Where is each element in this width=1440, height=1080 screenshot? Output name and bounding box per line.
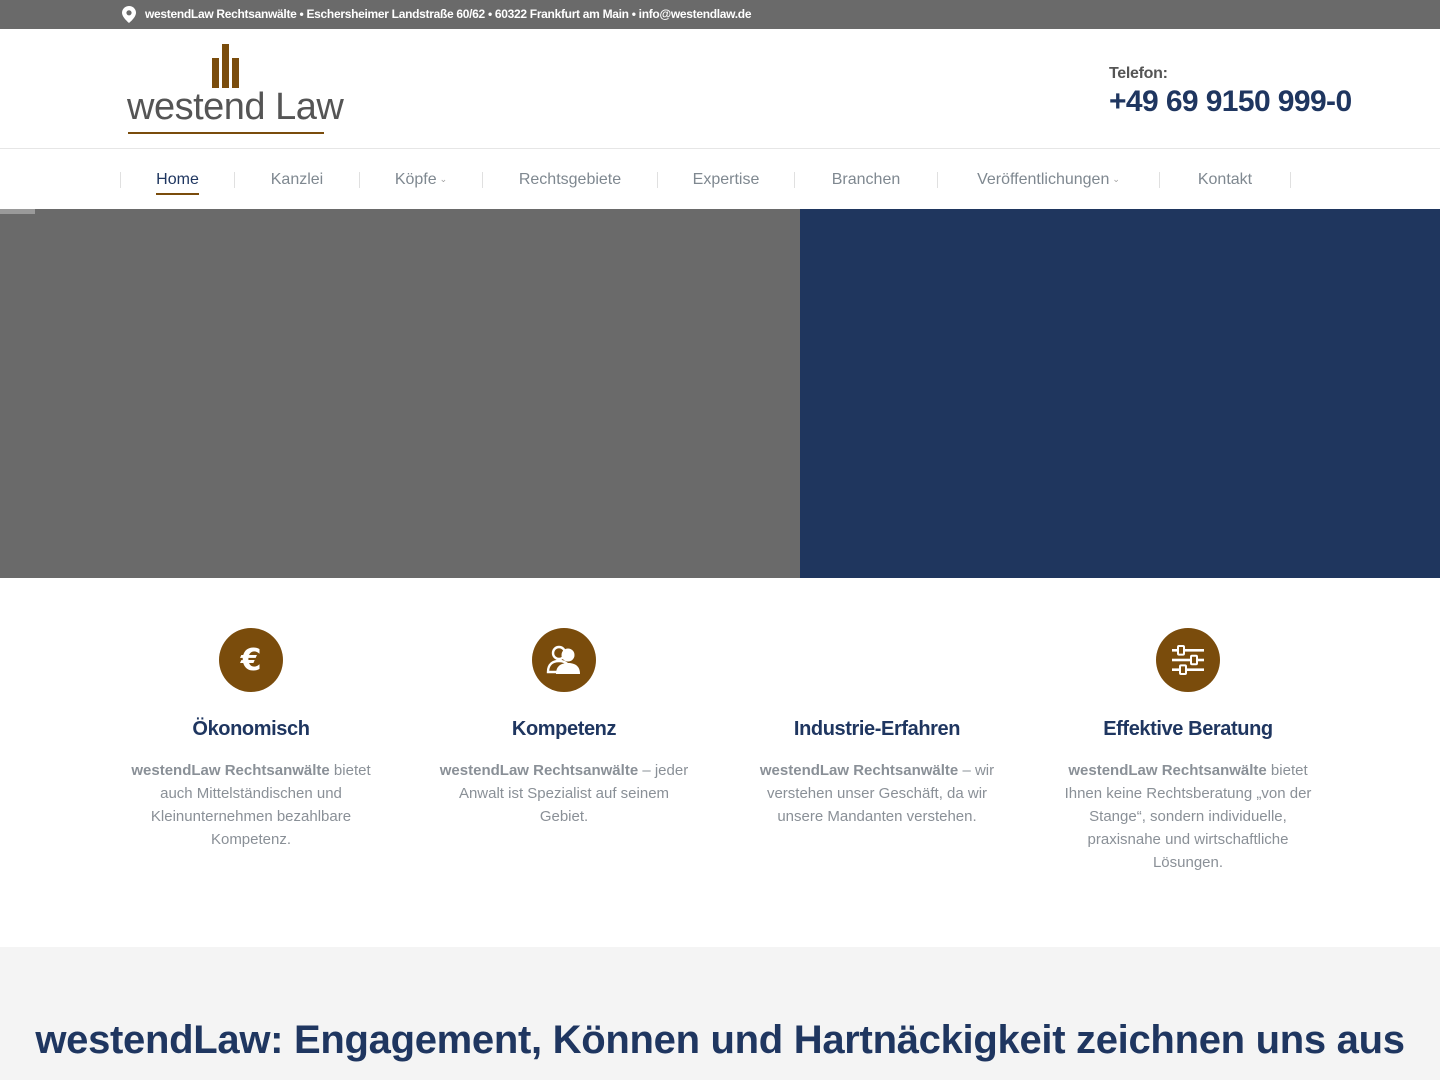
chevron-down-icon: ⌄	[439, 174, 448, 184]
hero-color-panel	[800, 209, 1440, 578]
site-header: westend Law Telefon: +49 69 9150 999-0	[0, 29, 1440, 149]
nav-item-branchen[interactable]: Branchen	[795, 150, 937, 209]
nav-item-expertise[interactable]: Expertise	[658, 150, 794, 209]
phone-label: Telefon:	[1109, 65, 1168, 82]
nav-item-koepfe[interactable]: Köpfe ⌄	[360, 150, 482, 209]
feature-icon-placeholder	[845, 628, 909, 692]
users-icon	[532, 628, 596, 692]
feature-text-bold: westendLaw Rechtsanwälte	[439, 762, 639, 779]
feature-text: westendLaw Rechtsanwälte – jeder Anwalt …	[434, 759, 694, 828]
feature-oekonomisch: € Ökonomisch westendLaw Rechtsanwälte bi…	[121, 628, 381, 851]
feature-text: westendLaw Rechtsanwälte – wir verstehen…	[747, 759, 1007, 828]
phone-number[interactable]: +49 69 9150 999-0	[1109, 85, 1352, 119]
feature-kompetenz: Kompetenz westendLaw Rechtsanwälte – jed…	[434, 628, 694, 828]
map-pin-icon	[122, 6, 136, 23]
nav-item-label: Köpfe	[394, 170, 437, 188]
feature-text: westendLaw Rechtsanwälte bietet auch Mit…	[121, 759, 381, 851]
intro-section: westendLaw: Engagement, Können und Hartn…	[0, 947, 1440, 1080]
feature-industrie-erfahren: Industrie-Erfahren westendLaw Rechtsanwä…	[747, 628, 1007, 828]
nav-item-home[interactable]: Home	[121, 150, 234, 209]
site-logo[interactable]: westend Law	[126, 44, 344, 136]
top-info-bar: westendLaw Rechtsanwälte • Eschersheimer…	[0, 0, 1440, 29]
feature-title: Industrie-Erfahren	[793, 718, 961, 740]
feature-text: westendLaw Rechtsanwälte bietet Ihnen ke…	[1058, 759, 1318, 874]
hero-slider[interactable]	[0, 209, 1440, 578]
nav-item-label: Branchen	[831, 170, 901, 188]
slider-progress-bar	[0, 209, 35, 214]
feature-text-bold: westendLaw Rechtsanwälte	[1068, 762, 1267, 779]
feature-title: Ökonomisch	[192, 718, 310, 740]
nav-item-label: Home	[156, 171, 199, 195]
phone-block: Telefon: +49 69 9150 999-0	[1109, 65, 1352, 119]
nav-item-rechtsgebiete[interactable]: Rechtsgebiete	[483, 150, 657, 209]
nav-item-veroeffentlichungen[interactable]: Veröffentlichungen ⌄	[938, 150, 1159, 209]
nav-item-label: Rechtsgebiete	[518, 170, 622, 188]
nav-item-kontakt[interactable]: Kontakt	[1160, 150, 1290, 209]
main-navigation: Home Kanzlei Köpfe ⌄ Rechtsgebiete Exper…	[0, 150, 1440, 209]
hero-image-panel	[0, 209, 800, 578]
euro-icon: €	[219, 628, 283, 692]
nav-item-label: Veröffentlichungen	[977, 170, 1110, 188]
nav-item-label: Kontakt	[1197, 170, 1253, 188]
logo-bars-icon	[212, 44, 240, 88]
feature-text-bold: westendLaw Rechtsanwälte	[131, 762, 330, 779]
feature-title: Effektive Beratung	[1103, 718, 1273, 740]
logo-wordmark: westend Law	[127, 86, 344, 128]
feature-text-bold: westendLaw Rechtsanwälte	[759, 762, 959, 779]
logo-underline	[128, 132, 324, 134]
feature-effektive-beratung: Effektive Beratung westendLaw Rechtsanwä…	[1058, 628, 1318, 874]
nav-item-label: Expertise	[692, 170, 760, 188]
nav-item-label: Kanzlei	[270, 170, 324, 188]
nav-divider	[1290, 172, 1291, 188]
sliders-icon	[1156, 628, 1220, 692]
chevron-down-icon: ⌄	[1112, 174, 1120, 184]
feature-title: Kompetenz	[511, 718, 617, 740]
nav-item-kanzlei[interactable]: Kanzlei	[235, 150, 359, 209]
features-section: € Ökonomisch westendLaw Rechtsanwälte bi…	[0, 578, 1440, 947]
section-headline: westendLaw: Engagement, Können und Hartn…	[35, 1018, 1405, 1062]
contact-address: westendLaw Rechtsanwälte • Eschersheimer…	[145, 7, 752, 21]
